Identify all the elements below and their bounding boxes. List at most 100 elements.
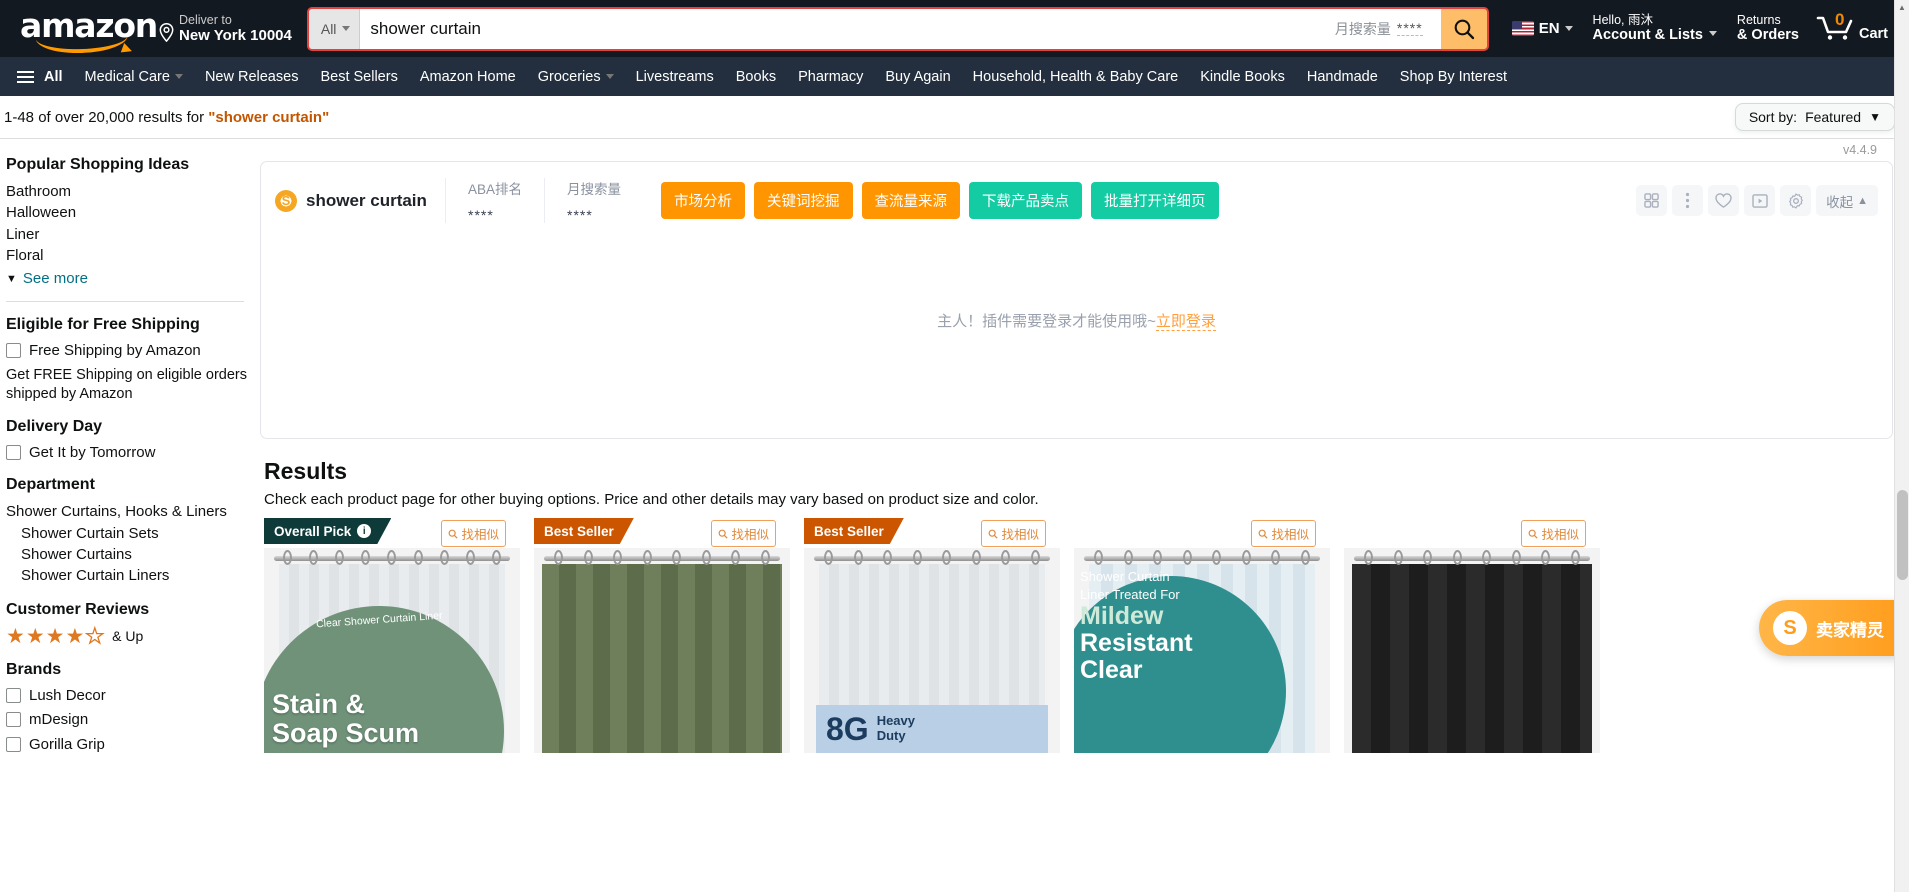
product-card[interactable]: Best Seller 找相似 8G Heavy Duty <box>804 518 1060 753</box>
subnav-label: Buy Again <box>885 68 951 85</box>
collapse-panel-button[interactable]: 收起 ▲ <box>1816 185 1878 216</box>
find-similar-button[interactable]: 找相似 <box>441 520 506 547</box>
download-selling-points-button[interactable]: 下载产品卖点 <box>969 182 1083 219</box>
filter-brand-gorilla-grip[interactable]: Gorilla Grip <box>6 735 248 755</box>
page-scrollbar[interactable]: ▲ <box>1894 0 1909 892</box>
filter-brand-lush-decor[interactable]: Lush Decor <box>6 686 248 706</box>
department-shower-curtain-liners[interactable]: Shower Curtain Liners <box>6 565 248 586</box>
product-card[interactable]: 找相似 Shower Curtain Liner Treated For Mil… <box>1074 518 1330 753</box>
product-card[interactable]: Overall Pick i 找相似 Clear Shower Curtain … <box>264 518 520 753</box>
mildew-big1: Mildew <box>1080 602 1164 631</box>
subnav-item-livestreams[interactable]: Livestreams <box>626 62 724 92</box>
gear-icon[interactable] <box>1780 185 1812 216</box>
subnav-item-household-health-baby-care[interactable]: Household, Health & Baby Care <box>963 62 1189 92</box>
badge-label: Best Seller <box>544 523 614 539</box>
sort-by-dropdown[interactable]: Sort by: Featured ▼ <box>1734 103 1895 131</box>
play-icon[interactable] <box>1744 185 1776 216</box>
plugin-login-link[interactable]: 立即登录 <box>1155 313 1216 331</box>
product-image[interactable]: 8G Heavy Duty <box>804 548 1060 753</box>
keyword-mining-button[interactable]: 关键词挖掘 <box>754 182 853 219</box>
plugin-login-prompt: 主人！插件需要登录才能使用哦~立即登录 <box>261 310 1892 331</box>
chevron-down-icon <box>1564 26 1573 31</box>
customer-reviews-title: Customer Reviews <box>6 600 150 618</box>
filter-rating-4-and-up[interactable]: ★★★★★ & Up <box>6 625 248 647</box>
subnav-item-buy-again[interactable]: Buy Again <box>875 62 960 92</box>
checkbox-icon[interactable] <box>6 712 21 728</box>
plugin-login-message: 主人！插件需要登录才能使用哦~ <box>937 313 1156 330</box>
find-similar-label: 找相似 <box>461 528 499 542</box>
brands-title: Brands <box>6 660 62 678</box>
product-image[interactable]: Clear Shower Curtain Liner Stain & Soap … <box>264 548 520 753</box>
heart-icon[interactable] <box>1708 185 1740 216</box>
checkbox-icon[interactable] <box>6 343 21 359</box>
deliver-to-selector[interactable]: Deliver to New York 10004 <box>152 5 302 51</box>
filter-free-shipping-by-amazon[interactable]: Free Shipping by Amazon <box>6 341 248 361</box>
seller-assistant-floating-button[interactable]: S 卖家精灵 <box>1759 600 1909 656</box>
department-parent-link[interactable]: Shower Curtains, Hooks & Liners <box>6 501 248 522</box>
find-similar-button[interactable]: 找相似 <box>981 520 1046 547</box>
product-card[interactable]: Best Seller 找相似 <box>534 518 790 753</box>
subnav-item-kindle-books[interactable]: Kindle Books <box>1190 62 1295 92</box>
product-card-header: Overall Pick i 找相似 <box>264 518 520 547</box>
search-category-dropdown[interactable]: All <box>307 7 361 50</box>
location-pin-icon <box>159 23 174 42</box>
subnav-item-handmade[interactable]: Handmade <box>1297 62 1388 92</box>
search-icon <box>1259 529 1269 539</box>
subnav-item-books[interactable]: Books <box>726 62 786 92</box>
assistant-logo-icon: S <box>1773 611 1807 645</box>
traffic-source-button[interactable]: 查流量来源 <box>861 182 961 219</box>
plugin-version-label: v4.4.9 <box>1842 143 1877 157</box>
product-image[interactable] <box>534 548 790 753</box>
product-card[interactable]: 找相似 <box>1344 518 1600 753</box>
subnav-item-new-releases[interactable]: New Releases <box>195 62 309 92</box>
filter-floral[interactable]: Floral <box>6 245 248 266</box>
all-menu-button[interactable]: All <box>12 62 73 92</box>
overlay-big-text: 8G <box>826 711 869 747</box>
language-selector[interactable]: EN <box>1502 13 1583 44</box>
amazon-logo[interactable]: amazon <box>14 5 158 55</box>
account-and-lists[interactable]: Hello, 雨沐 Account & Lists <box>1583 6 1727 51</box>
returns-and-orders[interactable]: Returns & Orders <box>1727 6 1809 51</box>
subnav-label: Books <box>735 68 777 85</box>
product-card-header: Best Seller 找相似 <box>534 518 790 547</box>
scroll-up-arrow-icon[interactable]: ▲ <box>1895 0 1909 15</box>
product-image[interactable]: Shower Curtain Liner Treated For Mildew … <box>1074 548 1330 753</box>
product-image[interactable] <box>1344 548 1600 753</box>
info-icon[interactable]: i <box>357 524 371 538</box>
search-submit-button[interactable] <box>1440 7 1488 50</box>
free-shipping-checkbox-label: Free Shipping by Amazon <box>29 342 201 360</box>
scrollbar-thumb[interactable] <box>1897 490 1908 580</box>
filter-brand-mdesign[interactable]: mDesign <box>6 710 248 730</box>
subnav-item-shop-by-interest[interactable]: Shop By Interest <box>1390 62 1517 92</box>
secondary-navigation-bar: All Medical Care New Releases Best Selle… <box>0 57 1909 96</box>
checkbox-icon[interactable] <box>6 444 21 460</box>
cart-button[interactable]: 0 Cart <box>1809 7 1899 51</box>
filter-get-it-by-tomorrow[interactable]: Get It by Tomorrow <box>6 443 248 463</box>
checkbox-icon[interactable] <box>6 687 21 703</box>
filter-bathroom[interactable]: Bathroom <box>6 181 248 202</box>
department-shower-curtain-sets[interactable]: Shower Curtain Sets <box>6 523 248 544</box>
find-similar-button[interactable]: 找相似 <box>1251 520 1316 547</box>
find-similar-button[interactable]: 找相似 <box>711 520 776 547</box>
subnav-item-best-sellers[interactable]: Best Sellers <box>310 62 407 92</box>
chevron-down-icon <box>342 26 351 31</box>
checkbox-icon[interactable] <box>6 736 21 752</box>
filter-halloween[interactable]: Halloween <box>6 202 248 223</box>
see-more-button[interactable]: ▼ See more <box>6 270 248 287</box>
market-analysis-button[interactable]: 市场分析 <box>661 182 746 219</box>
find-similar-button[interactable]: 找相似 <box>1521 520 1586 547</box>
sort-by-value: Featured <box>1805 109 1862 125</box>
search-input[interactable] <box>370 18 1335 39</box>
subnav-item-amazon-home[interactable]: Amazon Home <box>410 62 526 92</box>
subnav-item-groceries[interactable]: Groceries <box>528 62 624 92</box>
overlay-sub-text: Heavy Duty <box>876 713 915 743</box>
department-shower-curtains[interactable]: Shower Curtains <box>6 544 248 565</box>
subnav-item-pharmacy[interactable]: Pharmacy <box>788 62 873 92</box>
brand-label: Gorilla Grip <box>29 735 105 753</box>
filter-liner[interactable]: Liner <box>6 224 248 245</box>
grid-icon[interactable] <box>1636 185 1668 216</box>
more-vertical-icon[interactable] <box>1672 185 1704 216</box>
best-seller-badge: Best Seller <box>804 518 904 544</box>
bulk-open-detail-pages-button[interactable]: 批量打开详细页 <box>1091 182 1219 219</box>
subnav-item-medical-care[interactable]: Medical Care <box>75 62 193 92</box>
